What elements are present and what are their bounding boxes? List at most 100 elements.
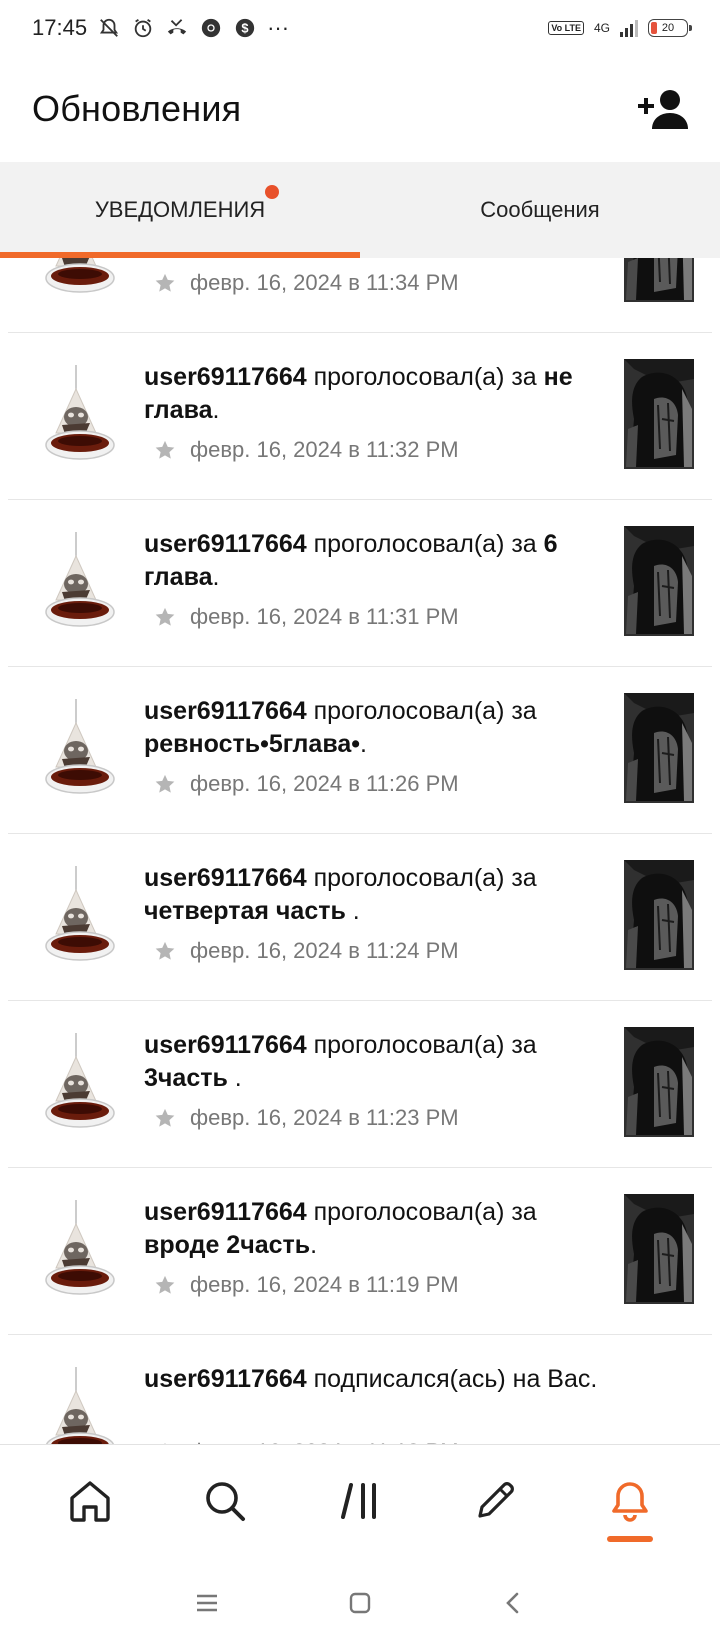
recent-apps-button[interactable] — [177, 1573, 237, 1633]
home-system-button[interactable] — [330, 1573, 390, 1633]
bottom-nav — [0, 1444, 720, 1556]
status-left: 17:45 $ ··· — [32, 15, 289, 41]
notification-text: user69117664 проголосовал(а) за 3часть . — [144, 1029, 604, 1095]
tab-bar: УВЕДОМЛЕНИЯ Сообщения — [0, 162, 720, 258]
notification-suffix: . — [310, 1231, 318, 1259]
alarm-icon — [131, 16, 155, 40]
nav-search[interactable] — [180, 1456, 270, 1546]
story-cover-thumbnail[interactable] — [624, 693, 694, 803]
notification-timestamp: февр. 16, 2024 в 11:31 PM — [190, 604, 459, 629]
notification-story-title[interactable]: 3часть — [144, 1064, 228, 1092]
chrome-icon — [199, 16, 223, 40]
notification-username[interactable]: user69117664 — [144, 1031, 307, 1059]
volte-icon: Vo LTE — [548, 21, 584, 35]
notification-timestamp: февр. 16, 2024 в 11:23 PM — [190, 1105, 459, 1130]
user-avatar[interactable] — [38, 866, 128, 966]
star-icon — [154, 1274, 176, 1296]
notification-username[interactable]: user69117664 — [144, 363, 307, 391]
status-bar: 17:45 $ ··· Vo LTE 4G 20 — [0, 0, 720, 56]
missed-call-icon — [165, 16, 189, 40]
notification-timestamp: февр. 16, 2024 в 11:19 PM — [190, 1272, 459, 1297]
notification-username[interactable]: user69117664 — [144, 864, 307, 892]
user-avatar[interactable] — [38, 365, 128, 465]
notification-item[interactable]: user69117664 проголосовал(а) за 3часть .… — [8, 1001, 712, 1168]
star-icon — [154, 272, 176, 294]
notification-action: проголосовал(а) за — [306, 697, 537, 725]
notification-action: проголосовал(а) за — [306, 1031, 537, 1059]
user-avatar[interactable] — [38, 1367, 128, 1444]
battery-icon: 20 — [648, 19, 692, 37]
story-cover-thumbnail[interactable] — [624, 359, 694, 469]
notification-meta: февр. 16, 2024 в 11:31 PM — [154, 604, 459, 630]
notification-meta: февр. 16, 2024 в 11:34 PM — [154, 270, 459, 296]
app-header: Обновления — [0, 56, 720, 162]
notification-suffix: . — [345, 897, 360, 925]
notification-meta: февр. 16, 2024 в 11:32 PM — [154, 437, 459, 463]
notification-text: user69117664 проголосовал(а) за четверта… — [144, 862, 604, 928]
notification-username[interactable]: user69117664 — [144, 697, 307, 725]
nav-home[interactable] — [45, 1456, 135, 1546]
page-title: Обновления — [32, 88, 242, 129]
notification-item[interactable]: user69117664 подписался(ась) на Вас. фев… — [8, 1335, 712, 1444]
notification-timestamp: февр. 16, 2024 в 11:24 PM — [190, 938, 459, 963]
notification-username[interactable]: user69117664 — [144, 1198, 307, 1226]
back-chevron-icon — [506, 1592, 519, 1614]
user-avatar[interactable] — [38, 699, 128, 799]
story-cover-thumbnail[interactable] — [624, 1194, 694, 1304]
status-right: Vo LTE 4G 20 — [548, 19, 692, 37]
notification-story-title[interactable]: вроде 2часть — [144, 1231, 310, 1259]
notification-meta: февр. 16, 2024 в 11:23 PM — [154, 1105, 459, 1131]
notification-text: user69117664 проголосовал(а) за ревность… — [144, 695, 604, 761]
notification-suffix: . — [212, 563, 220, 591]
more-status-icon: ··· — [267, 15, 290, 40]
nav-write[interactable] — [450, 1456, 540, 1546]
story-cover-thumbnail[interactable] — [624, 258, 694, 302]
nav-notifications[interactable] — [585, 1456, 675, 1546]
notification-story-title[interactable]: ревность•5глава• — [144, 730, 360, 758]
add-user-icon — [638, 90, 688, 129]
notification-list[interactable]: 7 глава . февр. 16, 2024 в 11:34 PM user… — [0, 258, 720, 1444]
notification-timestamp: февр. 16, 2024 в 11:34 PM — [190, 270, 459, 295]
notification-text: user69117664 подписался(ась) на Вас. — [144, 1363, 604, 1396]
user-avatar[interactable] — [38, 532, 128, 632]
story-cover-thumbnail[interactable] — [624, 1027, 694, 1137]
star-icon — [154, 773, 176, 795]
notification-story-title[interactable]: четвертая часть — [144, 897, 346, 925]
notification-action: проголосовал(а) за — [306, 530, 544, 558]
battery-level: 20 — [661, 22, 675, 34]
notification-item[interactable]: user69117664 проголосовал(а) за вроде 2ч… — [8, 1168, 712, 1335]
write-icon — [478, 1481, 515, 1518]
notification-suffix: . — [212, 396, 220, 424]
user-avatar[interactable] — [38, 258, 128, 298]
tab-notifications-label-wrap: УВЕДОМЛЕНИЯ — [94, 185, 280, 223]
notification-username[interactable]: user69117664 — [144, 530, 307, 558]
tab-notifications[interactable]: УВЕДОМЛЕНИЯ — [0, 162, 360, 258]
bell-icon — [612, 1481, 649, 1522]
notification-username[interactable]: user69117664 — [144, 1365, 307, 1393]
notification-action: проголосовал(а) за — [306, 864, 537, 892]
add-user-button[interactable] — [632, 81, 694, 137]
nav-library[interactable] — [315, 1456, 405, 1546]
notification-item[interactable]: user69117664 проголосовал(а) за не глава… — [8, 333, 712, 500]
user-avatar[interactable] — [38, 1033, 128, 1133]
tab-messages[interactable]: Сообщения — [360, 162, 720, 258]
tab-notifications-label: УВЕДОМЛЕНИЯ — [94, 197, 266, 222]
story-cover-thumbnail[interactable] — [624, 860, 694, 970]
notification-item[interactable]: user69117664 проголосовал(а) за 6 глава.… — [8, 500, 712, 667]
notification-item[interactable]: user69117664 проголосовал(а) за ревность… — [8, 667, 712, 834]
home-icon — [69, 1480, 110, 1522]
star-icon — [154, 606, 176, 628]
story-cover-thumbnail[interactable] — [624, 526, 694, 636]
notification-item[interactable]: user69117664 проголосовал(а) за четверта… — [8, 834, 712, 1001]
notification-list-inner: 7 глава . февр. 16, 2024 в 11:34 PM user… — [0, 258, 720, 1444]
signal-icon — [620, 19, 638, 37]
user-avatar[interactable] — [38, 1200, 128, 1300]
notification-action: подписался(ась) на Вас. — [306, 1365, 598, 1393]
back-system-button[interactable] — [483, 1573, 543, 1633]
notification-suffix: . — [360, 730, 367, 758]
notification-item[interactable]: 7 глава . февр. 16, 2024 в 11:34 PM — [8, 258, 712, 333]
notification-action: проголосовал(а) за — [306, 363, 544, 391]
notification-meta: февр. 16, 2024 в 11:24 PM — [154, 938, 459, 964]
search-icon — [205, 1481, 245, 1521]
system-nav — [0, 1556, 720, 1650]
